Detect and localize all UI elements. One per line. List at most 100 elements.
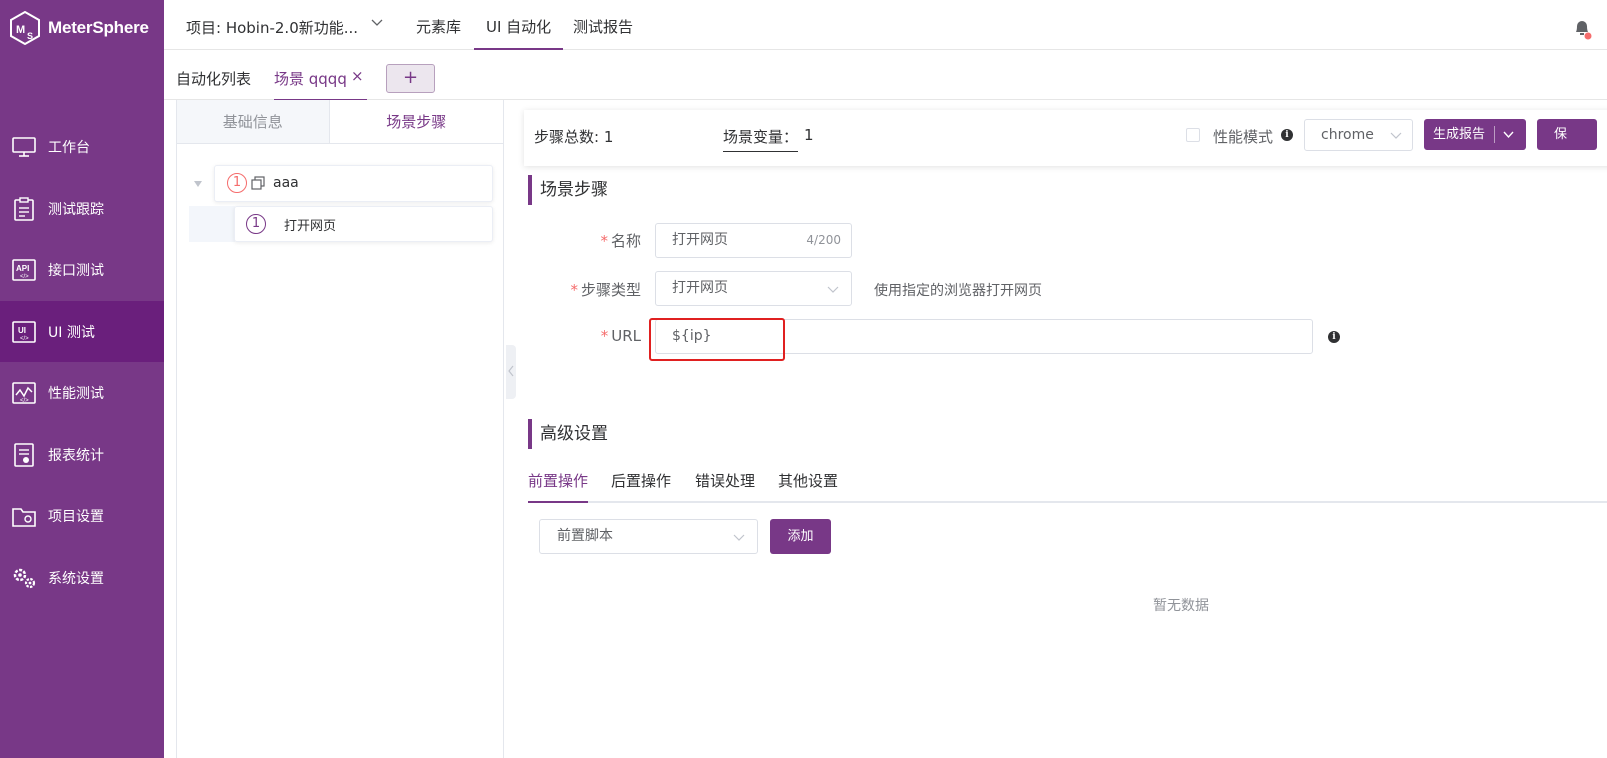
name-char-counter: 4/200: [806, 233, 841, 247]
tab-post-operation[interactable]: 后置操作: [611, 470, 671, 503]
sidebar-item-workbench[interactable]: 工作台: [0, 116, 164, 177]
info-icon[interactable]: i: [1328, 331, 1340, 343]
svg-text:</>: </>: [20, 336, 29, 342]
pre-script-select-value: 前置脚本: [557, 528, 613, 544]
app-logo[interactable]: M S MeterSphere: [8, 10, 149, 46]
required-mark: *: [570, 281, 578, 299]
info-icon[interactable]: i: [1281, 129, 1293, 141]
chart-icon: </>: [12, 381, 36, 404]
performance-mode-checkbox[interactable]: [1186, 128, 1200, 142]
sidebar-item-label: 接口测试: [48, 262, 104, 279]
project-selector[interactable]: 项目: Hobin-2.0新功能...: [186, 17, 358, 38]
panel-collapse-handle[interactable]: [506, 345, 516, 399]
name-input[interactable]: 打开网页 4/200: [655, 223, 852, 258]
pre-script-select[interactable]: 前置脚本: [539, 519, 758, 554]
required-mark: *: [600, 232, 608, 250]
chevron-down-icon[interactable]: [1503, 131, 1514, 139]
step-total: 步骤总数: 1: [534, 128, 614, 146]
sidebar-item-system-settings[interactable]: 系统设置: [0, 547, 164, 608]
tab-automation-list[interactable]: 自动化列表: [176, 68, 251, 89]
sidebar-item-label: UI 测试: [48, 324, 95, 341]
empty-state-text: 暂无数据: [1153, 598, 1209, 614]
save-button[interactable]: 保: [1537, 119, 1597, 150]
tab-scene-steps[interactable]: 场景步骤: [329, 100, 503, 143]
step-type-label: * 步骤类型: [546, 279, 641, 300]
ui-icon: UI</>: [12, 320, 36, 343]
step-type-label-text: 步骤类型: [580, 281, 641, 299]
sidebar-item-ui-test[interactable]: UI </> UI 测试: [0, 301, 164, 362]
tree-node-open-page[interactable]: 1 打开网页: [234, 206, 493, 242]
section-title-scene-steps: 场景步骤: [528, 175, 608, 205]
name-label: * 名称: [576, 230, 641, 251]
tab-basic-info[interactable]: 基础信息: [177, 100, 330, 143]
tree-node-label: aaa: [273, 175, 299, 191]
chevron-down-icon: [827, 286, 839, 293]
sidebar-item-performance-test[interactable]: </> 性能测试: [0, 362, 164, 423]
svg-text:S: S: [27, 31, 33, 41]
section-title-advanced: 高级设置: [528, 419, 608, 449]
copy-icon[interactable]: [251, 176, 265, 190]
required-mark: *: [600, 327, 609, 345]
browser-select-value: chrome: [1321, 127, 1374, 143]
step-type-value: 打开网页: [672, 280, 728, 296]
scene-variables-link[interactable]: 场景变量：: [723, 126, 799, 152]
scenario-tabs: 自动化列表 场景 qqqq × +: [164, 50, 1607, 101]
tab-other-settings[interactable]: 其他设置: [778, 470, 838, 503]
add-tab-button[interactable]: +: [386, 64, 435, 93]
top-header: 项目: Hobin-2.0新功能... 元素库 UI 自动化 测试报告: [164, 0, 1607, 50]
tab-error-handling[interactable]: 错误处理: [695, 470, 755, 503]
highlight-annotation-box: [649, 318, 785, 361]
sidebar-item-label: 项目设置: [48, 508, 104, 525]
tree-selection-highlight: [189, 206, 235, 242]
tab-pre-operation[interactable]: 前置操作: [528, 470, 589, 503]
step-type-hint: 使用指定的浏览器打开网页: [874, 283, 1042, 299]
add-button[interactable]: 添加: [770, 519, 831, 554]
sidebar-item-label: 性能测试: [48, 385, 104, 402]
step-index-badge: 1: [227, 173, 247, 193]
report-icon: [14, 442, 34, 467]
step-editor: 步骤总数: 1 场景变量： 1 性能模式 i chrome 生成报告 保 场景步…: [516, 100, 1607, 758]
browser-select[interactable]: chrome: [1304, 119, 1413, 151]
close-icon[interactable]: ×: [351, 67, 364, 85]
folder-icon: [12, 507, 36, 527]
generate-report-button[interactable]: 生成报告: [1424, 119, 1526, 150]
sidebar-item-api-test[interactable]: API </> 接口测试: [0, 239, 164, 300]
svg-text:</>: </>: [20, 398, 29, 404]
api-icon: API</>: [12, 258, 36, 281]
sidebar: M S MeterSphere 工作台 测试跟踪 API </> 接口测试 UI <…: [0, 0, 164, 758]
sidebar-item-label: 报表统计: [48, 447, 104, 464]
caret-down-icon[interactable]: [193, 180, 203, 188]
name-input-value: 打开网页: [672, 232, 728, 248]
svg-text:</>: </>: [20, 274, 29, 280]
menu-ui-automation[interactable]: UI 自动化: [474, 0, 564, 50]
sidebar-item-test-track[interactable]: 测试跟踪: [0, 178, 164, 239]
sidebar-item-label: 测试跟踪: [48, 201, 104, 218]
name-label-text: 名称: [610, 232, 641, 250]
sidebar-item-label: 系统设置: [48, 570, 104, 587]
svg-text:UI: UI: [18, 326, 26, 335]
monitor-icon: [12, 136, 36, 157]
chevron-down-icon: [1390, 132, 1402, 139]
chevron-down-icon[interactable]: [371, 18, 383, 28]
generate-report-label: 生成报告: [1433, 127, 1486, 142]
sidebar-item-report-stats[interactable]: 报表统计: [0, 424, 164, 485]
step-type-select[interactable]: 打开网页: [655, 271, 852, 306]
tree-node-label: 打开网页: [284, 219, 337, 234]
left-panel-tabs: 基础信息 场景步骤: [177, 100, 503, 144]
tree-node-aaa[interactable]: 1 aaa: [214, 165, 493, 202]
url-label-text: URL: [611, 327, 641, 345]
chevron-left-icon: [508, 365, 514, 377]
clipboard-icon: [14, 196, 34, 221]
app-name: MeterSphere: [48, 18, 149, 37]
sidebar-item-project-settings[interactable]: 项目设置: [0, 485, 164, 546]
sidebar-item-label: 工作台: [48, 139, 90, 156]
bell-icon[interactable]: [1573, 18, 1593, 40]
svg-text:M: M: [16, 24, 25, 36]
button-divider: [1494, 126, 1495, 143]
gears-icon: [13, 568, 36, 588]
scene-variables-count: 1: [804, 126, 814, 144]
menu-test-report[interactable]: 测试报告: [573, 0, 633, 50]
menu-element-library[interactable]: 元素库: [416, 0, 461, 50]
chevron-down-icon: [733, 534, 745, 541]
metersphere-logo-icon: M S: [10, 11, 40, 45]
